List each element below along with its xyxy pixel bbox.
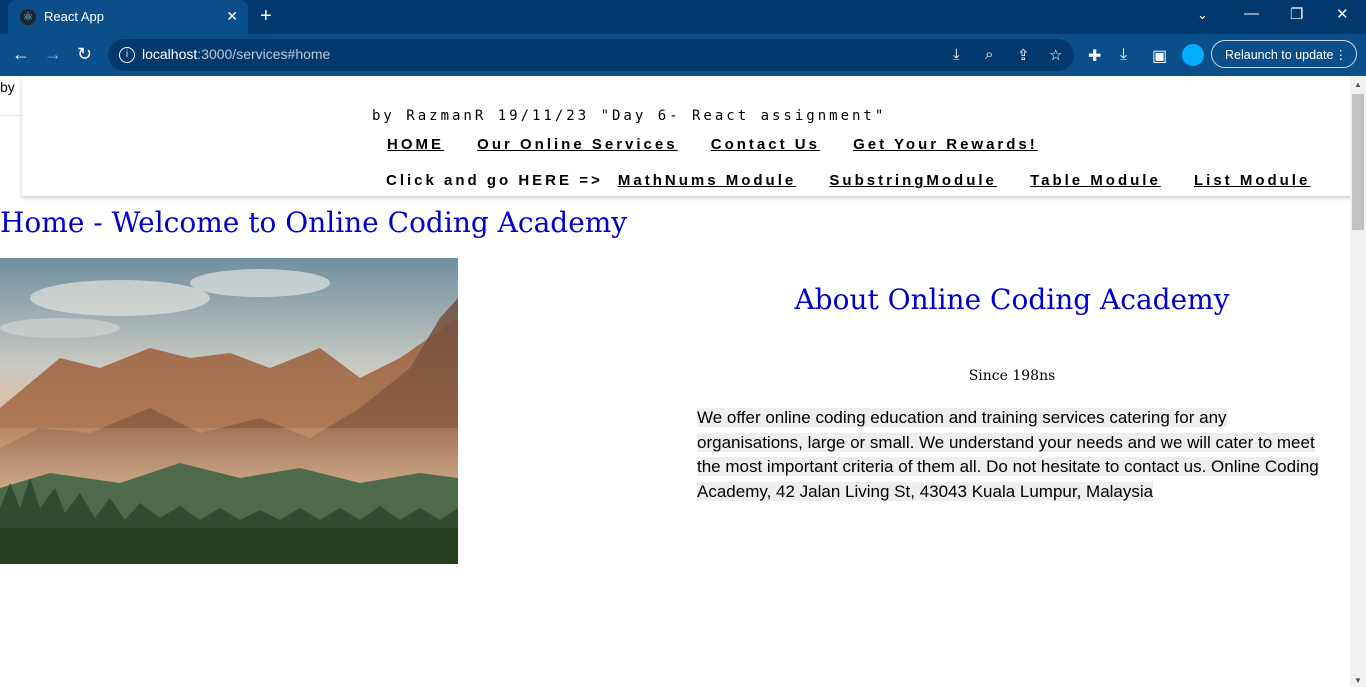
window-close-icon[interactable]: ✕ [1336,5,1349,23]
extensions-icon[interactable]: ✚ [1088,46,1101,66]
nav-rewards-link[interactable]: Get Your Rewards! [853,136,1038,153]
nav-home-link[interactable]: HOME [387,136,444,153]
about-description-text: We offer online coding education and tra… [697,408,1319,501]
new-tab-icon[interactable]: + [260,5,272,28]
back-icon[interactable]: ← [12,44,30,65]
scroll-up-icon[interactable]: ▲ [1354,80,1362,89]
main-nav: HOME Our Online Services Contact Us Get … [387,136,1064,153]
module-nav-prompt: Click and go HERE => [386,172,603,189]
bookmark-star-icon[interactable]: ☆ [1049,46,1062,64]
forward-icon[interactable]: → [44,44,62,65]
tab-search-icon[interactable]: ⌄ [1197,7,1208,23]
menu-dots-icon[interactable]: ⋮ [1335,41,1348,69]
module-nav: Click and go HERE => MathNums Module Sub… [386,172,1310,189]
browser-toolbar: ← → ↻ i localhost:3000/services#home ⤓ ⌕… [0,34,1366,76]
url-text[interactable]: localhost:3000/services#home [142,46,330,62]
nav-contact-link[interactable]: Contact Us [711,136,820,153]
nav-services-link[interactable]: Our Online Services [477,136,677,153]
nav-table-link[interactable]: Table Module [1030,172,1161,189]
divider [0,115,24,116]
scroll-down-icon[interactable]: ▼ [1354,676,1362,685]
page-viewport: by by RazmanR 19/11/23 "Day 6- React ass… [0,76,1350,687]
nav-mathnums-link[interactable]: MathNums Module [618,172,796,189]
site-info-icon[interactable]: i [119,47,135,63]
nav-substring-link[interactable]: SubstringModule [829,172,997,189]
vertical-scrollbar[interactable]: ▲ ▼ [1350,76,1366,687]
relaunch-label: Relaunch to update [1225,48,1334,62]
page-title: Home - Welcome to Online Coding Academy [0,206,628,239]
zoom-icon[interactable]: ⌕ [985,46,993,63]
downloads-icon[interactable]: ⤓ [1120,46,1127,64]
stray-text: by [0,79,15,95]
restore-icon[interactable]: ❐ [1290,5,1303,23]
about-title: About Online Coding Academy [794,283,1230,316]
byline: by RazmanR 19/11/23 "Day 6- React assign… [372,108,887,124]
tab-title: React App [44,9,104,24]
about-description: We offer online coding education and tra… [697,406,1327,504]
relaunch-button[interactable]: Relaunch to update ⋮ [1211,40,1357,68]
install-app-icon[interactable]: ⤓ [953,46,960,63]
since-text: Since 198ns [968,368,1056,384]
nav-list-link[interactable]: List Module [1194,172,1310,189]
tab-react-app[interactable]: ⚛ React App ✕ [8,0,248,34]
site-header: by RazmanR 19/11/23 "Day 6- React assign… [22,76,1350,196]
share-icon[interactable]: ⇪ [1017,46,1030,64]
side-panel-icon[interactable]: ▣ [1152,46,1167,66]
profile-avatar[interactable] [1182,44,1204,66]
address-bar[interactable]: i localhost:3000/services#home ⤓ ⌕ ⇪ ☆ [108,39,1074,71]
scrollbar-thumb[interactable] [1352,94,1364,230]
mountain-landscape-image [0,258,458,564]
tab-strip: ⚛ React App ✕ + ⌄ — ❐ ✕ [0,0,1366,34]
close-tab-icon[interactable]: ✕ [226,8,238,25]
reload-icon[interactable]: ↻ [77,44,92,65]
minimize-icon[interactable]: — [1244,5,1259,22]
react-logo-icon: ⚛ [20,9,36,25]
